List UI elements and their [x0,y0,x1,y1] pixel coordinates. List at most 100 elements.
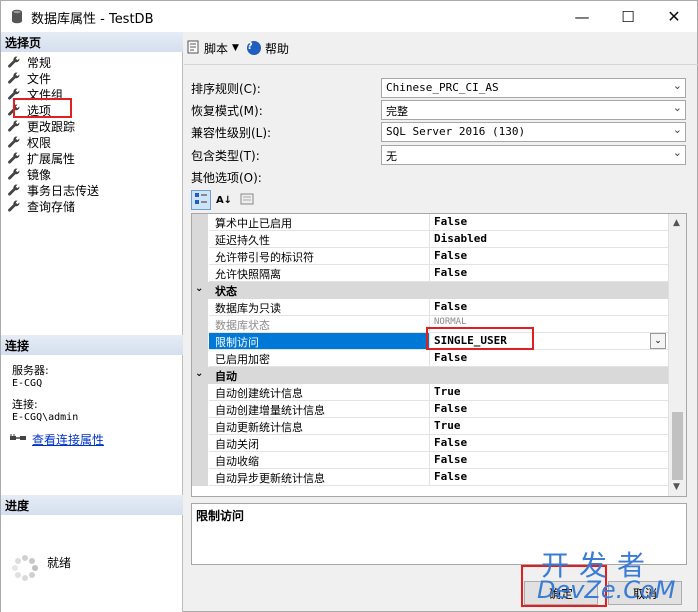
property-value[interactable]: False [430,401,668,418]
row-gutter [192,231,208,248]
property-value[interactable]: False [430,265,668,282]
recovery-model-label: 恢复模式(M): [191,104,263,118]
page-item[interactable]: 常规 [7,54,99,70]
ok-button-highlight [521,565,607,607]
property-value[interactable]: False [430,299,668,316]
property-grid-scrollbar[interactable]: ▲ ▼ [668,214,686,496]
page-item[interactable]: 扩展属性 [7,150,99,166]
selected-page-highlight [13,98,72,118]
toolbar-divider [184,64,698,65]
recovery-model-combo[interactable]: 完整 ⌄ [381,100,686,120]
view-connection-properties-link[interactable]: 查看连接属性 [32,431,104,448]
property-value[interactable]: False [430,452,668,469]
category-label: 状态 [209,282,430,299]
scroll-up-icon[interactable]: ▲ [673,218,680,228]
collapse-icon[interactable]: ⌄ [195,283,203,294]
compatibility-level-combo[interactable]: SQL Server 2016 (130) ⌄ [381,122,686,142]
property-value[interactable]: Disabled [430,231,668,248]
wrench-icon [7,151,21,165]
property-value[interactable]: False [430,248,668,265]
chevron-down-icon[interactable]: ⌄ [650,333,666,349]
connection-header: 连接 [1,335,183,355]
collapse-icon[interactable]: ⌄ [195,368,203,379]
row-gutter [192,452,208,469]
property-row[interactable]: 允许带引号的标识符 False [192,248,668,265]
property-category[interactable]: ⌄ 自动 [192,367,668,384]
page-item[interactable]: 文件 [7,70,99,86]
property-row[interactable]: 自动创建增量统计信息 False [192,401,668,418]
containment-type-combo[interactable]: 无 ⌄ [381,145,686,165]
progress-header: 进度 [1,495,183,515]
property-name: 限制访问 [209,333,430,350]
close-button[interactable]: ✕ [651,1,697,32]
scrollbar-thumb[interactable] [672,412,683,480]
left-pane: 选择页 常规 文件 文件组 选项 更改跟踪 权限 扩展属性 镜像 事务日志传送 查询存储 连接 服… [1,32,183,612]
page-item[interactable]: 事务日志传送 [7,182,99,198]
maximize-button[interactable]: ☐ [605,1,651,32]
property-value[interactable]: False [430,350,668,367]
compatibility-level-value: SQL Server 2016 (130) [386,125,526,138]
help-button[interactable]: ? 帮助 [246,40,289,57]
property-name: 数据库状态 [209,316,430,333]
row-gutter [192,316,208,333]
property-pages-button[interactable] [237,190,257,210]
wrench-icon [7,167,21,181]
property-row[interactable]: 自动创建统计信息 True [192,384,668,401]
page-item[interactable]: 查询存储 [7,198,99,214]
property-grid-toolbar: A↓ [191,190,260,210]
connection-value: E-CGQ\admin [12,412,79,423]
property-row[interactable]: 允许快照隔离 False [192,265,668,282]
script-label: 脚本 [204,41,229,56]
cancel-button[interactable]: 取消 [608,581,682,605]
script-button[interactable]: 脚本 ▼ [186,40,239,57]
property-name: 允许快照隔离 [209,265,430,282]
database-properties-window: 数据库属性 - TestDB — ☐ ✕ 选择页 常规 文件 文件组 选项 更改跟踪 权限… [0,0,698,612]
property-row[interactable]: 延迟持久性 Disabled [192,231,668,248]
property-category[interactable]: ⌄ 状态 [192,282,668,299]
description-title: 限制访问 [196,509,245,523]
select-page-header: 选择页 [1,32,183,52]
property-row[interactable]: 自动关闭 False [192,435,668,452]
property-name: 自动关闭 [209,435,430,452]
minimize-button[interactable]: — [559,1,605,32]
sort-az-icon: A↓ [215,194,233,206]
property-value[interactable]: False [430,214,668,231]
page-item[interactable]: 更改跟踪 [7,118,99,134]
property-value[interactable]: True [430,418,668,435]
compatibility-level-label: 兼容性级别(L): [191,126,272,140]
property-name: 自动创建统计信息 [209,384,430,401]
property-value[interactable]: False [430,469,668,486]
property-name: 自动收缩 [209,452,430,469]
category-label: 自动 [209,367,430,384]
row-gutter [192,435,208,452]
collation-combo[interactable]: Chinese_PRC_CI_AS ⌄ [381,78,686,98]
property-row[interactable]: 已启用加密 False [192,350,668,367]
server-label: 服务器: [12,364,49,377]
property-name: 延迟持久性 [209,231,430,248]
scroll-down-icon[interactable]: ▼ [673,482,680,492]
description-panel: 限制访问 [191,503,687,565]
property-value[interactable]: True [430,384,668,401]
property-row[interactable]: 算术中止已启用 False [192,214,668,231]
row-gutter [192,350,208,367]
page-item[interactable]: 镜像 [7,166,99,182]
property-row[interactable]: 自动更新统计信息 True [192,418,668,435]
property-value[interactable]: False [430,435,668,452]
row-gutter [192,384,208,401]
database-icon [11,9,23,24]
collation-label: 排序规则(C): [191,82,261,96]
property-row[interactable]: 自动异步更新统计信息 False [192,469,668,486]
property-row[interactable]: 自动收缩 False [192,452,668,469]
property-pages-icon [240,192,254,209]
page-item[interactable]: 权限 [7,134,99,150]
property-grid[interactable]: 自动异步更新统计信息 False 自动收缩 False 自动关闭 False 自动更新统计信… [191,213,687,497]
wrench-icon [7,119,21,133]
help-label: 帮助 [264,41,289,56]
property-name: 已启用加密 [209,350,430,367]
categorized-view-button[interactable] [191,190,211,210]
wrench-icon [7,183,21,197]
row-gutter [192,333,208,350]
property-row[interactable]: 数据库为只读 False [192,299,668,316]
connection-label: 连接: [12,398,38,411]
alphabetical-view-button[interactable]: A↓ [214,190,234,210]
